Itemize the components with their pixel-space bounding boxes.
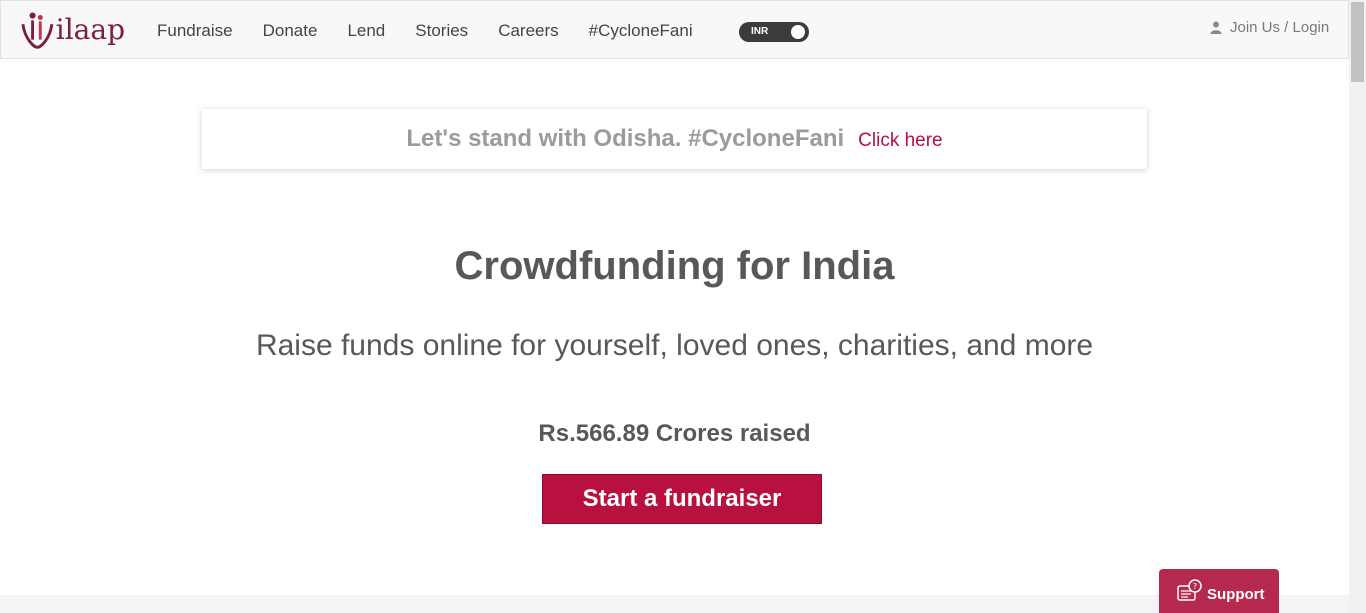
milaap-logo[interactable]: ilaap <box>21 10 125 50</box>
next-section-strip <box>0 595 1349 613</box>
currency-toggle[interactable]: INR <box>739 22 809 42</box>
currency-toggle-label: INR <box>751 26 769 37</box>
vertical-scrollbar[interactable] <box>1349 0 1366 613</box>
svg-text:?: ? <box>1193 582 1197 591</box>
banner-click-here-link[interactable]: Click here <box>858 130 942 152</box>
milaap-logo-icon <box>21 12 54 49</box>
nav-careers[interactable]: Careers <box>498 20 558 42</box>
support-button[interactable]: ? Support <box>1159 569 1279 613</box>
amount-raised: Rs.566.89 Crores raised <box>538 420 811 447</box>
hero-subtitle: Raise funds online for yourself, loved o… <box>255 329 1094 362</box>
nav-donate[interactable]: Donate <box>263 20 318 42</box>
banner-text: Let's stand with Odisha. #CycloneFani <box>406 125 845 152</box>
main-nav: Fundraise Donate Lend Stories Careers #C… <box>157 20 723 42</box>
top-navbar: ilaap Fundraise Donate Lend Stories Care… <box>0 0 1349 59</box>
nav-fundraise[interactable]: Fundraise <box>157 20 233 42</box>
nav-lend[interactable]: Lend <box>347 20 385 42</box>
scrollbar-thumb[interactable] <box>1351 2 1364 82</box>
nav-cyclonefani[interactable]: #CycloneFani <box>589 20 693 42</box>
support-label: Support <box>1207 585 1265 603</box>
start-fundraiser-button[interactable]: Start a fundraiser <box>542 474 822 524</box>
page: ilaap Fundraise Donate Lend Stories Care… <box>0 0 1366 613</box>
toggle-knob <box>791 25 805 39</box>
user-icon <box>1210 21 1222 34</box>
support-chat-icon: ? <box>1177 579 1202 601</box>
login-label: Join Us / Login <box>1230 19 1330 36</box>
cyclone-banner: Let's stand with Odisha. #CycloneFani Cl… <box>202 109 1147 169</box>
nav-stories[interactable]: Stories <box>415 20 468 42</box>
logo-text: ilaap <box>55 13 125 46</box>
hero-title: Crowdfunding for India <box>454 244 895 288</box>
login-link[interactable]: Join Us / Login <box>1210 19 1329 36</box>
